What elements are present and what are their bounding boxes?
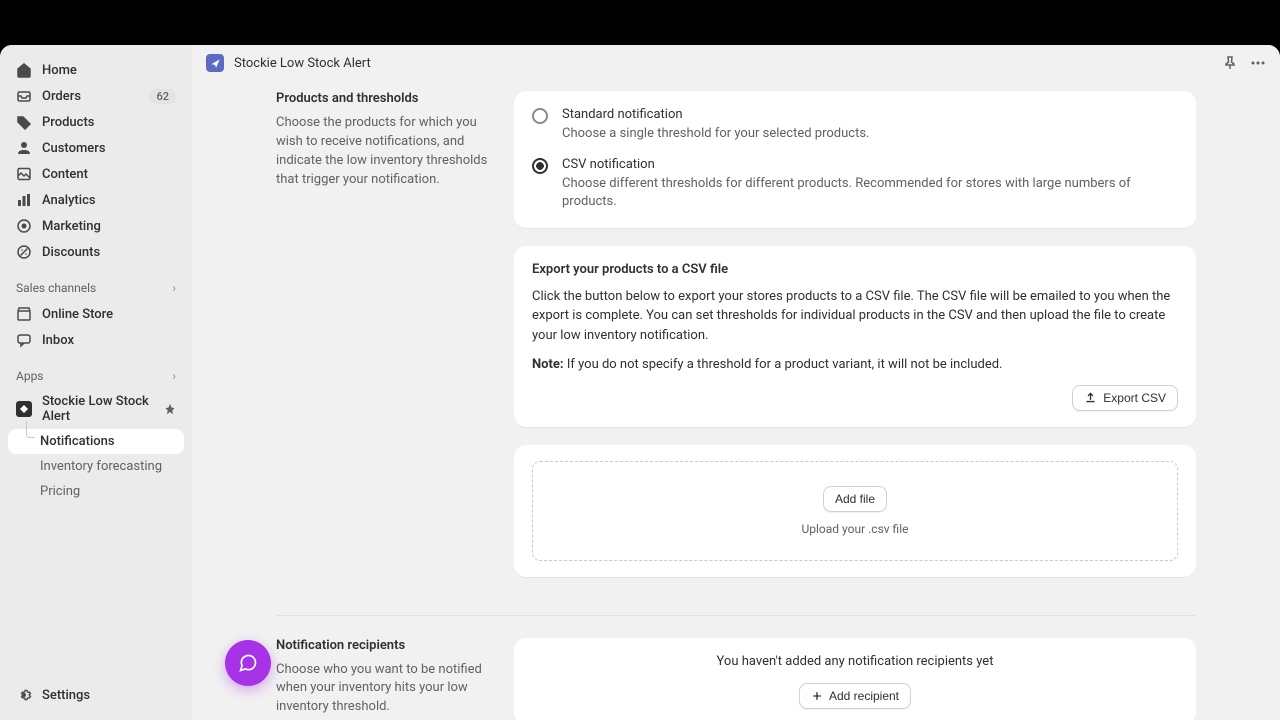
main-area: Stockie Low Stock Alert Products and thr…: [192, 45, 1280, 720]
recipients-card: You haven't added any notification recip…: [514, 638, 1196, 720]
nav-label: Inbox: [42, 333, 74, 348]
gear-icon: [16, 687, 32, 703]
nav-sub-inventory-forecasting[interactable]: Inventory forecasting: [8, 454, 184, 479]
nav-label: Marketing: [42, 219, 101, 234]
analytics-icon: [16, 192, 32, 208]
section-heading: Products and thresholds: [276, 91, 494, 106]
nav-label: Customers: [42, 141, 106, 156]
nav-label: Discounts: [42, 245, 100, 260]
chevron-right-icon: ›: [172, 281, 176, 295]
chat-icon: [16, 332, 32, 348]
recipients-empty-text: You haven't added any notification recip…: [532, 654, 1178, 669]
nav-label: Analytics: [42, 193, 96, 208]
chat-icon: [238, 653, 258, 673]
radio-standard-notification[interactable]: Standard notification Choose a single th…: [532, 107, 1178, 143]
nav-inbox[interactable]: Inbox: [8, 327, 184, 353]
radio-icon: [532, 108, 548, 124]
page-title: Stockie Low Stock Alert: [234, 56, 371, 71]
nav-label: Stockie Low Stock Alert: [42, 394, 154, 424]
upload-hint: Upload your .csv file: [557, 522, 1153, 536]
store-icon: [16, 306, 32, 322]
export-heading: Export your products to a CSV file: [532, 262, 1178, 277]
upload-icon: [1084, 391, 1097, 404]
sales-channels-header[interactable]: Sales channels ›: [8, 275, 184, 301]
nav-orders[interactable]: Orders 62: [8, 83, 184, 109]
nav-online-store[interactable]: Online Store: [8, 301, 184, 327]
inbox-icon: [16, 88, 32, 104]
notification-type-card: Standard notification Choose a single th…: [514, 91, 1196, 228]
more-button[interactable]: [1250, 55, 1266, 71]
nav-label: Orders: [42, 89, 81, 104]
discount-icon: [16, 244, 32, 260]
help-fab[interactable]: [225, 640, 271, 686]
nav-sub-notifications[interactable]: Notifications: [8, 429, 184, 454]
radio-desc: Choose a single threshold for your selec…: [562, 125, 869, 143]
radio-desc: Choose different thresholds for differen…: [562, 175, 1178, 211]
nav-marketing[interactable]: Marketing: [8, 213, 184, 239]
nav-home[interactable]: Home: [8, 57, 184, 83]
export-note: Note: If you do not specify a threshold …: [532, 355, 1178, 375]
radio-icon: [532, 158, 548, 174]
tag-icon: [16, 114, 32, 130]
app-logo-icon: [206, 54, 224, 72]
home-icon: [16, 62, 32, 78]
nav-label: Online Store: [42, 307, 113, 322]
nav-content[interactable]: Content: [8, 161, 184, 187]
image-icon: [16, 166, 32, 182]
sidebar: Home Orders 62 Products Customers Conten…: [0, 45, 192, 720]
section-desc: Choose who you want to be notified when …: [276, 661, 494, 718]
app-icon: [16, 401, 32, 417]
person-icon: [16, 140, 32, 156]
nav-analytics[interactable]: Analytics: [8, 187, 184, 213]
nav-label: Settings: [42, 688, 90, 703]
pin-button[interactable]: [1222, 55, 1238, 71]
add-recipient-button[interactable]: Add recipient: [799, 683, 911, 709]
nav-customers[interactable]: Customers: [8, 135, 184, 161]
export-csv-button[interactable]: Export CSV: [1072, 385, 1178, 411]
top-bar: Stockie Low Stock Alert: [192, 45, 1280, 81]
chevron-right-icon: ›: [172, 369, 176, 383]
section-heading: Notification recipients: [276, 638, 494, 653]
plus-icon: [811, 690, 823, 702]
apps-header[interactable]: Apps ›: [8, 363, 184, 389]
content-scroll[interactable]: Products and thresholds Choose the produ…: [192, 81, 1280, 720]
orders-badge: 62: [149, 89, 176, 104]
export-body: Click the button below to export your st…: [532, 287, 1178, 346]
radio-csv-notification[interactable]: CSV notification Choose different thresh…: [532, 157, 1178, 211]
divider: [276, 615, 1196, 616]
target-icon: [16, 218, 32, 234]
nav-label: Home: [42, 63, 77, 78]
nav-sub-pricing[interactable]: Pricing: [8, 479, 184, 504]
add-file-button[interactable]: Add file: [823, 486, 887, 512]
nav-products[interactable]: Products: [8, 109, 184, 135]
nav-settings[interactable]: Settings: [8, 682, 184, 708]
export-csv-card: Export your products to a CSV file Click…: [514, 246, 1196, 427]
nav-label: Content: [42, 167, 88, 182]
radio-label: CSV notification: [562, 157, 1178, 172]
nav-label: Products: [42, 115, 94, 130]
upload-card: Add file Upload your .csv file: [514, 445, 1196, 577]
radio-label: Standard notification: [562, 107, 869, 122]
section-desc: Choose the products for which you wish t…: [276, 114, 494, 189]
nav-discounts[interactable]: Discounts: [8, 239, 184, 265]
pin-icon[interactable]: [164, 403, 176, 415]
upload-dropzone[interactable]: Add file Upload your .csv file: [532, 461, 1178, 561]
